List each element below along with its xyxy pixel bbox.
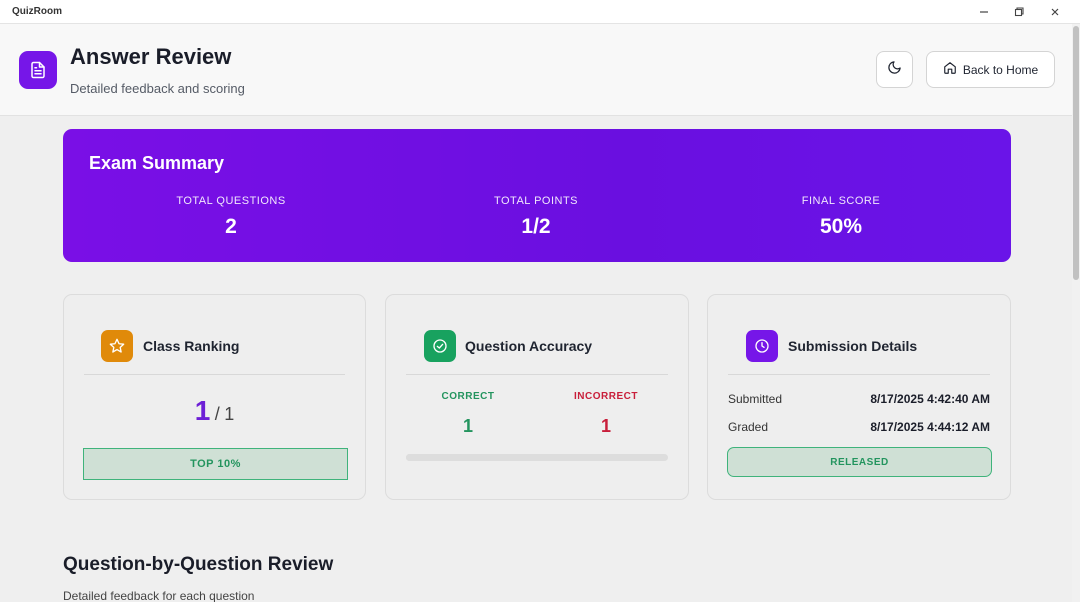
accuracy-progress-bar <box>406 454 668 461</box>
submitted-row: Submitted 8/17/2025 4:42:40 AM <box>728 392 990 406</box>
back-to-home-label: Back to Home <box>962 62 1039 77</box>
graded-label: Graded <box>728 420 769 434</box>
correct-count: CORRECT 1 <box>408 391 528 437</box>
page-subtitle: Detailed feedback and scoring <box>70 81 245 96</box>
star-icon <box>101 330 133 362</box>
stat-value: 2 <box>225 215 237 238</box>
back-to-home-button[interactable]: Back to Home <box>926 51 1055 88</box>
app-name: QuizRoom <box>12 6 62 17</box>
close-icon[interactable] <box>1045 3 1065 21</box>
incorrect-value: 1 <box>600 416 611 436</box>
submitted-value: 8/17/2025 4:42:40 AM <box>870 392 990 406</box>
submitted-label: Submitted <box>728 392 783 406</box>
incorrect-label: INCORRECT <box>574 391 638 402</box>
graded-value: 8/17/2025 4:44:12 AM <box>870 420 990 434</box>
exam-summary-card: Exam Summary TOTAL QUESTIONS 2 TOTAL POI… <box>63 129 1011 262</box>
review-section-subtitle: Detailed feedback for each question <box>63 589 255 602</box>
page-title: Answer Review <box>70 44 232 69</box>
rank-total: 1 <box>224 404 235 424</box>
restore-icon[interactable] <box>1009 3 1029 21</box>
document-icon <box>19 51 57 89</box>
class-ranking-title: Class Ranking <box>143 338 240 354</box>
stat-label: TOTAL POINTS <box>493 195 579 207</box>
rank-value: 1 / 1 <box>64 395 365 427</box>
stat-total-questions: TOTAL QUESTIONS 2 <box>131 195 331 239</box>
page-scrollbar[interactable] <box>1072 24 1080 602</box>
stat-value: 50% <box>819 215 863 238</box>
correct-label: CORRECT <box>441 391 495 402</box>
exam-summary-title: Exam Summary <box>89 153 225 173</box>
check-circle-icon <box>424 330 456 362</box>
rank-separator: / <box>214 404 220 424</box>
status-badge: RELEASED <box>727 447 992 477</box>
stat-final-score: FINAL SCORE 50% <box>741 195 941 239</box>
rank-position: 1 <box>194 395 211 426</box>
graded-row: Graded 8/17/2025 4:44:12 AM <box>728 420 990 434</box>
stat-total-points: TOTAL POINTS 1/2 <box>436 195 636 239</box>
clock-icon <box>746 330 778 362</box>
review-section-title: Question-by-Question Review <box>63 554 334 575</box>
question-accuracy-card: Question Accuracy CORRECT 1 INCORRECT 1 <box>385 294 689 500</box>
submission-details-title: Submission Details <box>788 338 918 354</box>
card-divider <box>406 374 668 375</box>
stat-value: 1/2 <box>521 215 551 238</box>
submission-details-card: Submission Details Submitted 8/17/2025 4… <box>707 294 1011 500</box>
rank-badge: TOP 10% <box>83 448 348 480</box>
page-header: Answer Review Detailed feedback and scor… <box>0 24 1072 116</box>
home-icon <box>943 61 957 78</box>
stat-label: FINAL SCORE <box>801 195 881 207</box>
class-ranking-card: Class Ranking 1 / 1 TOP 10% <box>63 294 366 500</box>
card-divider <box>84 374 345 375</box>
incorrect-count: INCORRECT 1 <box>546 391 666 437</box>
correct-value: 1 <box>462 416 473 436</box>
window-titlebar: QuizRoom <box>0 0 1080 24</box>
minimize-icon[interactable] <box>974 3 994 21</box>
theme-toggle-button[interactable] <box>876 51 913 88</box>
stat-label: TOTAL QUESTIONS <box>176 195 286 207</box>
accuracy-progress-fill <box>406 454 537 461</box>
question-accuracy-title: Question Accuracy <box>465 338 593 354</box>
scrollbar-thumb[interactable] <box>1073 26 1079 280</box>
moon-icon <box>887 60 902 80</box>
card-divider <box>728 374 990 375</box>
